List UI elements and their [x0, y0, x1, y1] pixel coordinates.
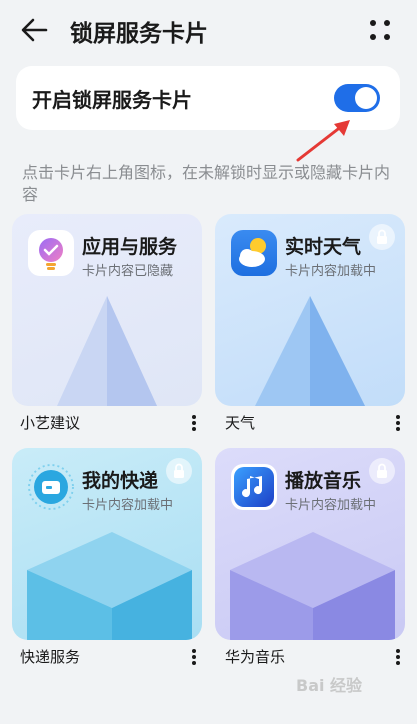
page-title: 锁屏服务卡片 — [70, 21, 208, 47]
card-status: 卡片内容加载中 — [82, 498, 174, 513]
xiaoyi-suggestion-icon — [28, 230, 74, 276]
switch-knob — [355, 87, 377, 109]
card-caption: 快递服务 — [20, 648, 81, 666]
lockscreen-cards-switch[interactable] — [334, 84, 380, 112]
card-express-delivery[interactable]: 我的快递 卡片内容加载中 — [12, 448, 202, 640]
card-weather[interactable]: 实时天气 卡片内容加载中 — [215, 214, 405, 406]
card-menu-icon[interactable] — [393, 648, 403, 666]
card-status: 卡片内容加载中 — [285, 498, 377, 513]
description-text: 点击卡片右上角图标，在未解锁时显示或隐藏卡片内容 — [22, 163, 391, 204]
weather-icon — [231, 230, 277, 276]
card-title: 应用与服务 — [82, 236, 178, 258]
card-caption: 小艺建议 — [20, 414, 81, 432]
card-status: 卡片内容加载中 — [285, 264, 377, 279]
annotation-arrow-icon — [296, 120, 350, 162]
toggle-label: 开启锁屏服务卡片 — [32, 88, 192, 112]
music-icon — [231, 464, 277, 510]
card-title: 播放音乐 — [285, 470, 362, 492]
card-menu-icon[interactable] — [393, 414, 403, 432]
top-bar: 锁屏服务卡片 — [0, 0, 417, 60]
card-title: 我的快递 — [82, 470, 159, 492]
card-xiaoyi-suggestion[interactable]: 应用与服务 卡片内容已隐藏 — [12, 214, 202, 406]
more-options-icon[interactable] — [366, 16, 394, 44]
package-icon — [28, 464, 74, 510]
lock-icon[interactable] — [166, 458, 192, 484]
card-caption: 华为音乐 — [225, 648, 286, 666]
card-caption: 天气 — [225, 414, 256, 432]
card-huawei-music[interactable]: 播放音乐 卡片内容加载中 — [215, 448, 405, 640]
lock-icon[interactable] — [369, 458, 395, 484]
card-title: 实时天气 — [285, 236, 362, 258]
card-menu-icon[interactable] — [189, 414, 199, 432]
card-menu-icon[interactable] — [189, 648, 199, 666]
watermark: Bai 经验 — [296, 676, 363, 695]
back-arrow-icon[interactable] — [20, 17, 50, 43]
card-status: 卡片内容已隐藏 — [82, 264, 174, 279]
lock-icon[interactable] — [369, 224, 395, 250]
